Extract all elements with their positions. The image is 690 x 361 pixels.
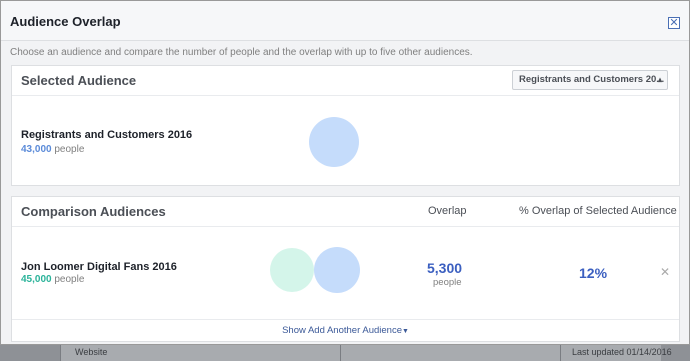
background-divider — [560, 345, 561, 361]
comparison-audiences-card: Comparison Audiences Overlap % Overlap o… — [11, 196, 680, 342]
chevron-updown-icon: ▴▾ — [657, 75, 662, 84]
dropdown-value: Registrants and Customers 20... — [519, 74, 665, 85]
selected-audience-unit: people — [54, 144, 85, 155]
selected-audience-count: 43,000 — [21, 144, 52, 155]
comparison-header: Comparison Audiences Overlap % Overlap o… — [12, 197, 679, 227]
dialog-header: Audience Overlap ✕ — [1, 1, 689, 41]
comparison-audience-size: 45,000 people — [21, 274, 84, 285]
comparison-audience-unit: people — [54, 274, 85, 285]
comparison-circle — [270, 248, 314, 292]
add-another-audience-link[interactable]: Show Add Another Audience▼ — [12, 319, 679, 341]
overlap-count: 5,300 — [427, 260, 463, 276]
dialog-description: Choose an audience and compare the numbe… — [10, 47, 473, 58]
selected-audience-title: Selected Audience — [21, 73, 137, 88]
selected-audience-name: Registrants and Customers 2016 — [21, 129, 193, 141]
close-icon[interactable]: ✕ — [668, 17, 680, 29]
background-table — [60, 345, 661, 361]
comparison-audience-count: 45,000 — [21, 274, 52, 285]
dialog-title: Audience Overlap — [10, 14, 121, 29]
selected-circle-compare — [314, 247, 360, 293]
selected-audience-size: 43,000 people — [21, 144, 84, 155]
background-divider — [340, 345, 341, 361]
overlap-column-header: Overlap — [428, 205, 467, 217]
comparison-title: Comparison Audiences — [21, 204, 166, 219]
background-updated-text: Last updated 01/14/2016 — [572, 347, 672, 357]
selected-audience-header: Selected Audience Registrants and Custom… — [12, 66, 679, 96]
selected-audience-circle — [309, 117, 359, 167]
selected-circle — [309, 117, 359, 167]
overlap-unit: people — [433, 277, 462, 288]
overlap-percent: 12% — [579, 265, 608, 281]
caret-down-icon: ▼ — [401, 328, 409, 335]
audience-select-dropdown[interactable]: Registrants and Customers 20... ▴▾ — [512, 70, 668, 90]
add-audience-label: Show Add Another Audience — [282, 325, 402, 336]
close-icon[interactable]: ✕ — [660, 265, 670, 279]
background-website-text: Website — [75, 347, 108, 357]
venn-diagram — [270, 247, 360, 293]
selected-audience-card: Selected Audience Registrants and Custom… — [11, 65, 680, 186]
audience-overlap-dialog: Audience Overlap ✕ Choose an audience an… — [0, 0, 690, 345]
percent-column-header: % Overlap of Selected Audience — [519, 205, 677, 217]
comparison-audience-name: Jon Loomer Digital Fans 2016 — [21, 261, 177, 273]
